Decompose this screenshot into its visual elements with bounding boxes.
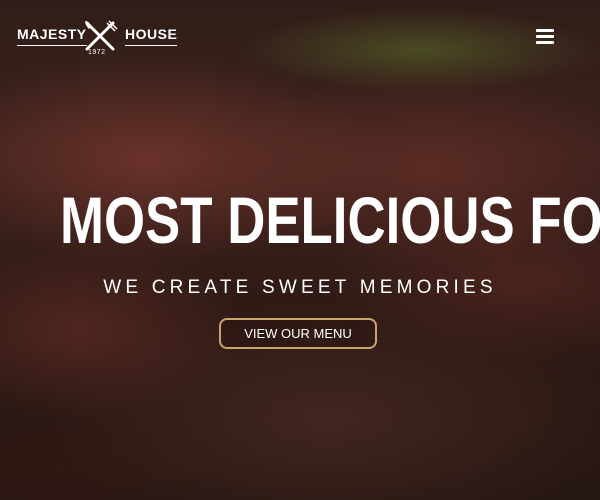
- hero-content: MOST DELICIOUS FOOD WE CREATE SWEET MEMO…: [0, 0, 600, 500]
- hero-subheadline: WE CREATE SWEET MEMORIES: [103, 277, 497, 298]
- view-menu-button[interactable]: VIEW OUR MENU: [219, 318, 377, 349]
- hero-background: MAJESTY 1972 HOUSE MOST DELICIOUS FOOD W…: [0, 0, 600, 500]
- hero-headline: MOST DELICIOUS FOOD: [60, 183, 600, 257]
